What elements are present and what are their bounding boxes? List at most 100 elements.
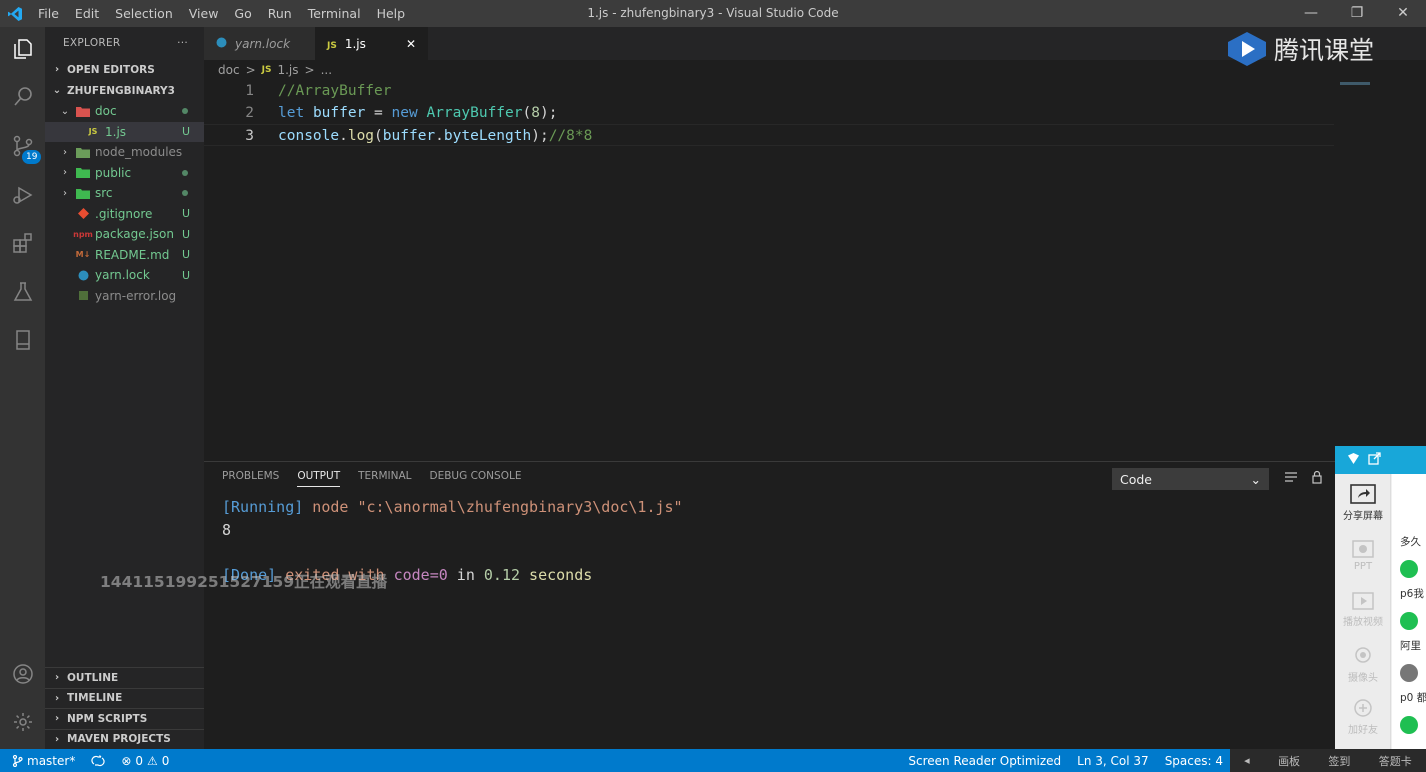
chat-message: 多久 bbox=[1400, 536, 1421, 548]
outline-section[interactable]: › OUTLINE bbox=[45, 667, 204, 688]
tree-file-readme[interactable]: M↓ README.md U bbox=[45, 245, 204, 266]
outline-label: OUTLINE bbox=[67, 671, 119, 684]
tree-file-1js[interactable]: JS 1.js U bbox=[45, 121, 204, 142]
answer-card-button[interactable]: 答题卡 bbox=[1379, 753, 1412, 769]
branch-status[interactable]: master* bbox=[0, 754, 83, 768]
search-icon[interactable] bbox=[0, 75, 45, 119]
panel-actions bbox=[1284, 470, 1324, 487]
tool-label: 分享屏幕 bbox=[1343, 511, 1383, 522]
tree-file-yarn-lock[interactable]: yarn.lock U bbox=[45, 265, 204, 286]
whiteboard-button[interactable]: 画板 bbox=[1278, 753, 1300, 769]
code-token: buffer bbox=[382, 128, 436, 144]
code-token: buffer bbox=[312, 105, 366, 121]
screen-reader-status[interactable]: Screen Reader Optimized bbox=[900, 754, 1069, 768]
output-channel-select[interactable]: Code ⌄ bbox=[1112, 468, 1269, 490]
run-debug-icon[interactable] bbox=[0, 173, 45, 217]
tab-label: yarn.lock bbox=[235, 36, 291, 51]
breadcrumb-folder[interactable]: doc bbox=[218, 63, 240, 77]
check-in-button[interactable]: 签到 bbox=[1328, 753, 1350, 769]
ppt-icon bbox=[1352, 540, 1374, 558]
gear-icon[interactable] bbox=[0, 700, 45, 744]
close-tab-icon[interactable]: ✕ bbox=[406, 37, 416, 51]
explorer-sidebar: EXPLORER ··· › OPEN EDITORS ⌄ ZHUFENGBIN… bbox=[45, 27, 204, 749]
indentation-label: Spaces: 4 bbox=[1164, 753, 1223, 768]
menu-file[interactable]: File bbox=[30, 0, 67, 27]
close-window-button[interactable]: ✕ bbox=[1380, 0, 1426, 27]
yarn-icon bbox=[75, 269, 91, 281]
camera-button[interactable]: 摄像头 bbox=[1335, 646, 1391, 684]
share-screen-button[interactable]: 分享屏幕 bbox=[1335, 484, 1391, 522]
breadcrumb-file[interactable]: 1.js bbox=[277, 63, 298, 77]
book-icon[interactable] bbox=[0, 318, 45, 362]
folder-icon bbox=[75, 105, 91, 117]
tree-folder-public[interactable]: › public bbox=[45, 163, 204, 184]
cursor-position-status[interactable]: Ln 3, Col 37 bbox=[1069, 754, 1157, 768]
testing-icon[interactable] bbox=[0, 270, 45, 314]
breadcrumb-symbol[interactable]: ... bbox=[321, 63, 332, 77]
minimap[interactable] bbox=[1340, 82, 1370, 85]
clear-output-icon[interactable] bbox=[1284, 470, 1298, 487]
tab-1js[interactable]: JS 1.js ✕ bbox=[315, 27, 428, 60]
sync-status[interactable] bbox=[83, 754, 113, 767]
extensions-icon[interactable] bbox=[0, 221, 45, 265]
open-editors-section[interactable]: › OPEN EDITORS bbox=[45, 59, 204, 80]
js-file-icon: JS bbox=[261, 65, 272, 75]
code-token: new bbox=[391, 105, 418, 121]
minimize-button[interactable]: — bbox=[1288, 0, 1334, 27]
activity-bar: 19 bbox=[0, 27, 45, 749]
tree-label: yarn.lock bbox=[95, 268, 150, 283]
git-icon bbox=[75, 208, 91, 220]
menu-run[interactable]: Run bbox=[260, 0, 300, 27]
ppt-button[interactable]: PPT bbox=[1335, 540, 1391, 572]
wechat-icon bbox=[1400, 612, 1418, 630]
explorer-more-button[interactable]: ··· bbox=[177, 37, 188, 49]
maximize-button[interactable]: ❐ bbox=[1334, 0, 1380, 27]
source-control-badge: 19 bbox=[22, 150, 42, 164]
tab-debug-console[interactable]: DEBUG CONSOLE bbox=[430, 470, 522, 487]
lock-icon[interactable] bbox=[1310, 470, 1324, 487]
menu-help[interactable]: Help bbox=[369, 0, 414, 27]
menu-view[interactable]: View bbox=[181, 0, 227, 27]
indentation-status[interactable]: Spaces: 4 bbox=[1157, 754, 1231, 768]
tree-file-package-json[interactable]: npm package.json U bbox=[45, 224, 204, 245]
code-token: //ArrayBuffer bbox=[278, 83, 392, 99]
npm-scripts-section[interactable]: › NPM SCRIPTS bbox=[45, 708, 204, 729]
tree-folder-doc[interactable]: ⌄ doc bbox=[45, 101, 204, 122]
branch-label: master* bbox=[27, 753, 76, 768]
account-icon[interactable] bbox=[0, 652, 45, 696]
menu-go[interactable]: Go bbox=[226, 0, 259, 27]
menu-edit[interactable]: Edit bbox=[67, 0, 107, 27]
tool-label: 播放视频 bbox=[1343, 617, 1383, 628]
menu-terminal[interactable]: Terminal bbox=[300, 0, 369, 27]
tab-problems[interactable]: PROBLEMS bbox=[222, 470, 279, 487]
project-section[interactable]: ⌄ ZHUFENGBINARY3 bbox=[45, 80, 204, 101]
tree-folder-node-modules[interactable]: › node_modules bbox=[45, 142, 204, 163]
shield-icon[interactable] bbox=[1347, 452, 1360, 468]
tab-terminal[interactable]: TERMINAL bbox=[358, 470, 411, 487]
tab-yarn-lock[interactable]: yarn.lock bbox=[204, 27, 315, 60]
git-branch-icon bbox=[12, 754, 23, 767]
tree-file-yarn-error-log[interactable]: yarn-error.log bbox=[45, 286, 204, 307]
chevron-down-icon: ⌄ bbox=[60, 105, 70, 117]
timeline-section[interactable]: › TIMELINE bbox=[45, 687, 204, 709]
tool-label: 摄像头 bbox=[1348, 673, 1378, 684]
code-editor[interactable]: 1 //ArrayBuffer 2 let buffer = new Array… bbox=[204, 80, 1334, 460]
sync-icon bbox=[91, 754, 105, 766]
timeline-label: TIMELINE bbox=[67, 692, 123, 705]
menu-selection[interactable]: Selection bbox=[107, 0, 181, 27]
untracked-status: U bbox=[181, 125, 190, 139]
tab-output[interactable]: OUTPUT bbox=[297, 470, 341, 487]
play-video-button[interactable]: 播放视频 bbox=[1335, 592, 1391, 628]
tree-file-gitignore[interactable]: .gitignore U bbox=[45, 204, 204, 225]
log-icon bbox=[75, 290, 91, 302]
source-control-icon[interactable]: 19 bbox=[0, 124, 45, 168]
explorer-icon[interactable] bbox=[0, 27, 45, 71]
tree-folder-src[interactable]: › src bbox=[45, 183, 204, 204]
problems-status[interactable]: ⊗ 0 ⚠ 0 bbox=[113, 754, 177, 768]
maven-projects-section[interactable]: › MAVEN PROJECTS bbox=[45, 728, 204, 750]
tencent-classroom-logo: 腾讯课堂 bbox=[1226, 30, 1374, 68]
share-icon[interactable] bbox=[1368, 452, 1381, 468]
collapse-icon[interactable]: ◂ bbox=[1244, 754, 1250, 767]
add-friend-button[interactable]: 加好友 bbox=[1335, 698, 1391, 736]
